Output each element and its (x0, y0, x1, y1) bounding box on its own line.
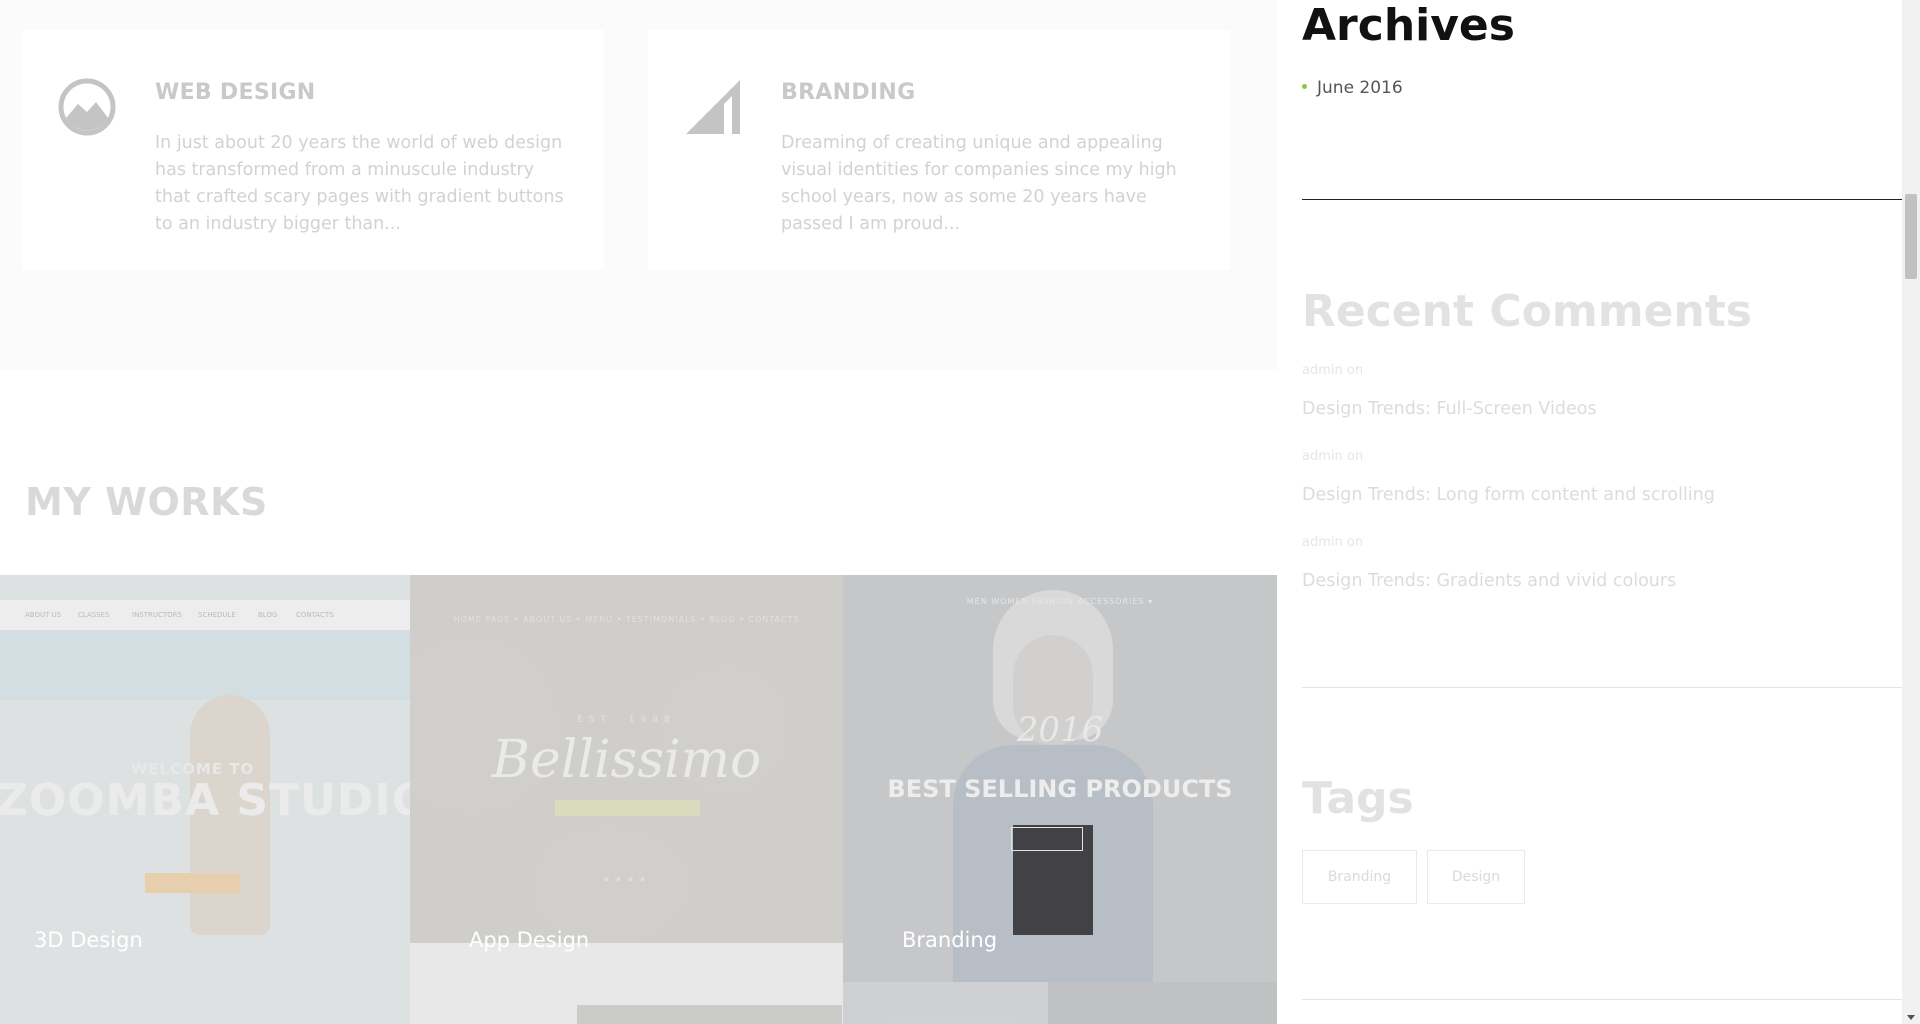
service-title[interactable]: BRANDING (781, 80, 915, 105)
main-content: WEB DESIGN In just about 20 years the wo… (0, 0, 1277, 1024)
widget-divider (1302, 687, 1902, 688)
portfolio-item-title[interactable]: 3D Design (34, 928, 143, 952)
portfolio-item-app-design[interactable]: HOME PAGE • ABOUT US • MENU • TESTIMONIA… (410, 575, 843, 1024)
comment-author[interactable]: admin on (1302, 363, 1363, 378)
tag-branding[interactable]: Branding (1302, 850, 1417, 904)
tags-title: Tags (1302, 773, 1414, 824)
comment-post-link[interactable]: Design Trends: Full-Screen Videos (1302, 399, 1597, 419)
archives-title: Archives (1302, 0, 1515, 51)
service-card-branding[interactable]: BRANDING Dreaming of creating unique and… (648, 30, 1230, 270)
service-card-web-design[interactable]: WEB DESIGN In just about 20 years the wo… (22, 30, 604, 270)
sidebar: Archives June 2016 Recent Comments admin… (1302, 0, 1902, 1024)
comment-author[interactable]: admin on (1302, 449, 1363, 464)
recent-comments-title: Recent Comments (1302, 286, 1752, 337)
service-description: Dreaming of creating unique and appealin… (781, 133, 1177, 234)
tile-overlay (0, 575, 410, 1024)
archive-link-label[interactable]: June 2016 (1317, 78, 1403, 98)
bullet-icon (1302, 83, 1307, 89)
portfolio-item-title[interactable]: App Design (469, 928, 589, 952)
tile-overlay (410, 575, 843, 1024)
archive-link[interactable]: June 2016 (1302, 78, 1403, 98)
widget-divider (1302, 999, 1902, 1000)
triangle-signal-icon (686, 80, 740, 134)
my-works-heading: MY WORKS (25, 480, 268, 524)
scroll-down-arrow-icon[interactable] (1907, 1015, 1915, 1020)
portfolio-item-branding[interactable]: MEN WOMEN FASHION ACCESSORIES ▾ 2016 BES… (843, 575, 1277, 1024)
comment-post-link[interactable]: Design Trends: Long form content and scr… (1302, 485, 1715, 505)
portfolio-item-title[interactable]: Branding (902, 928, 997, 952)
portfolio-grid: ABOUT US CLASSES INSTRUCTORS SCHEDULE BL… (0, 575, 1277, 1024)
scrollbar-thumb[interactable] (1905, 194, 1917, 279)
comment-post-link[interactable]: Design Trends: Gradients and vivid colou… (1302, 571, 1676, 591)
tile-overlay (843, 575, 1277, 1024)
mountain-circle-icon (58, 78, 116, 136)
service-title[interactable]: WEB DESIGN (155, 80, 316, 105)
comment-author[interactable]: admin on (1302, 535, 1363, 550)
portfolio-item-3d-design[interactable]: ABOUT US CLASSES INSTRUCTORS SCHEDULE BL… (0, 575, 410, 1024)
widget-divider (1302, 199, 1902, 200)
page-scrollbar[interactable] (1902, 0, 1920, 1024)
tag-design[interactable]: Design (1427, 850, 1525, 904)
services-section: WEB DESIGN In just about 20 years the wo… (0, 0, 1277, 370)
service-description: In just about 20 years the world of web … (155, 133, 564, 234)
